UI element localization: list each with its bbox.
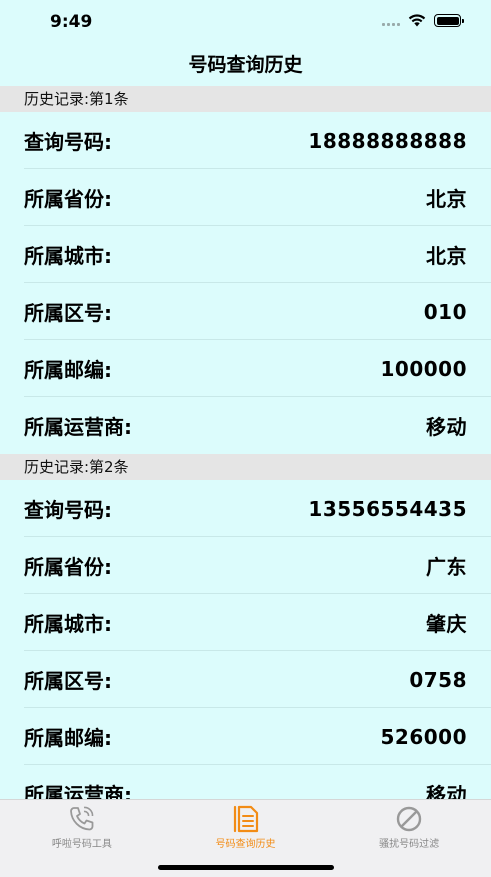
- document-icon: [233, 805, 258, 833]
- row-label: 所属省份:: [24, 187, 112, 211]
- row-value: 肇庆: [426, 612, 467, 636]
- row-label: 查询号码:: [24, 498, 112, 522]
- battery-icon: [434, 14, 464, 27]
- record-row-carrier: 所属运营商: 移动: [0, 765, 491, 799]
- row-label: 所属区号:: [24, 669, 112, 693]
- row-label: 所属邮编:: [24, 358, 112, 382]
- record-row-city: 所属城市: 肇庆: [0, 594, 491, 651]
- page-title: 号码查询历史: [188, 54, 303, 76]
- tab-label: 号码查询历史: [215, 839, 276, 850]
- record-row-postcode: 所属邮编: 526000: [0, 708, 491, 765]
- tab-dialer-tools[interactable]: 呼啦号码工具: [0, 800, 164, 877]
- phone-icon: [69, 806, 94, 831]
- row-value: 移动: [426, 783, 467, 799]
- tab-label: 骚扰号码过滤: [379, 839, 440, 850]
- record-row-city: 所属城市: 北京: [0, 226, 491, 283]
- record-row-carrier: 所属运营商: 移动: [0, 397, 491, 454]
- row-value: 移动: [426, 415, 467, 439]
- tab-label: 呼啦号码工具: [51, 839, 112, 850]
- wifi-icon: [408, 14, 426, 27]
- row-label: 所属运营商:: [24, 783, 132, 799]
- row-value: 北京: [426, 187, 467, 211]
- history-record: 历史记录:第1条 查询号码: 18888888888 所属省份: 北京 所属城市…: [0, 86, 491, 454]
- row-label: 所属邮编:: [24, 726, 112, 750]
- row-value: 0758: [409, 667, 467, 692]
- record-row-area-code: 所属区号: 010: [0, 283, 491, 340]
- history-list[interactable]: 历史记录:第1条 查询号码: 18888888888 所属省份: 北京 所属城市…: [0, 86, 491, 799]
- row-label: 所属省份:: [24, 555, 112, 579]
- row-value: 526000: [380, 724, 467, 749]
- record-header: 历史记录:第1条: [0, 86, 491, 112]
- record-row-area-code: 所属区号: 0758: [0, 651, 491, 708]
- row-label: 查询号码:: [24, 130, 112, 154]
- record-row-province: 所属省份: 广东: [0, 537, 491, 594]
- cellular-signal-icon: [382, 16, 400, 26]
- row-value: 13556554435: [308, 496, 467, 521]
- home-indicator[interactable]: [158, 865, 334, 870]
- row-label: 所属区号:: [24, 301, 112, 325]
- row-value: 100000: [380, 356, 467, 381]
- row-label: 所属城市:: [24, 244, 112, 268]
- record-row-number: 查询号码: 18888888888: [0, 112, 491, 169]
- record-row-province: 所属省份: 北京: [0, 169, 491, 226]
- record-row-number: 查询号码: 13556554435: [0, 480, 491, 537]
- record-header: 历史记录:第2条: [0, 454, 491, 480]
- block-icon: [396, 806, 422, 832]
- record-row-postcode: 所属邮编: 100000: [0, 340, 491, 397]
- row-value: 18888888888: [308, 128, 467, 153]
- tab-spam-filter[interactable]: 骚扰号码过滤: [327, 800, 491, 877]
- row-value: 010: [423, 299, 467, 324]
- row-value: 广东: [426, 555, 467, 579]
- status-time: 9:49: [50, 12, 93, 32]
- status-icons: [382, 14, 464, 27]
- row-value: 北京: [426, 244, 467, 268]
- history-record: 历史记录:第2条 查询号码: 13556554435 所属省份: 广东 所属城市…: [0, 454, 491, 799]
- status-bar: 9:49: [0, 0, 491, 44]
- row-label: 所属城市:: [24, 612, 112, 636]
- row-label: 所属运营商:: [24, 415, 132, 439]
